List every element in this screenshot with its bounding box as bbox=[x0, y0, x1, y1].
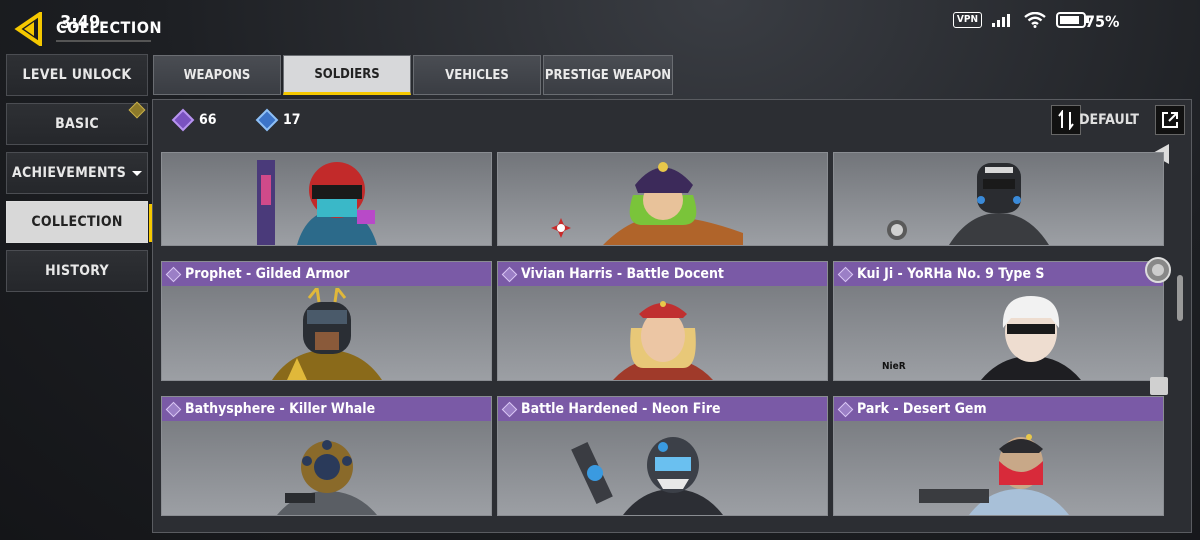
rarity-diamond-icon bbox=[501, 266, 518, 282]
vivian-soldier-image bbox=[612, 301, 713, 380]
card-title: Battle Hardened - Neon Fire bbox=[521, 401, 721, 417]
blue-diamond-icon bbox=[255, 108, 279, 132]
notification-diamond-icon bbox=[128, 101, 146, 119]
green-hair-soldier-image bbox=[602, 162, 743, 245]
nav-achievements[interactable]: ACHIEVEMENTS bbox=[6, 152, 148, 194]
sort-label[interactable]: DEFAULT bbox=[1079, 112, 1139, 128]
purple-currency-value: 66 bbox=[199, 112, 217, 128]
nav-history[interactable]: HISTORY bbox=[6, 250, 148, 292]
diver-soldier-image bbox=[276, 440, 377, 515]
tab-label: PRESTIGE WEAPON bbox=[544, 67, 672, 83]
select-radio[interactable] bbox=[1145, 257, 1171, 283]
status-icons: VPN bbox=[952, 12, 1090, 28]
park-soldier-image bbox=[918, 434, 1069, 515]
wifi-icon bbox=[1024, 12, 1046, 28]
share-button[interactable] bbox=[1155, 105, 1185, 135]
rarity-diamond-icon bbox=[501, 401, 518, 417]
tab-label: WEAPONS bbox=[183, 67, 251, 83]
armored-soldier-image bbox=[948, 163, 1049, 245]
share-icon bbox=[1162, 112, 1178, 128]
nav-label: BASIC bbox=[55, 116, 99, 132]
tab-weapons[interactable]: WEAPONS bbox=[153, 55, 281, 95]
rarity-diamond-icon bbox=[165, 401, 182, 417]
nav-label: ACHIEVEMENTS bbox=[11, 165, 127, 181]
category-tabs: WEAPONS SOLDIERS VEHICLES PRESTIGE WEAPO… bbox=[153, 55, 673, 95]
soldier-card[interactable]: Battle Hardened - Neon Fire bbox=[497, 396, 828, 516]
battery-percent: 75% bbox=[1085, 12, 1120, 31]
nav-level-unlock[interactable]: LEVEL UNLOCK bbox=[6, 54, 148, 96]
card-title: Park - Desert Gem bbox=[857, 401, 987, 417]
sort-icon bbox=[1058, 110, 1074, 130]
collection-panel: 66 17 DEFAULT Prophet - Gilded Armor Viv… bbox=[152, 99, 1192, 533]
tab-label: SOLDIERS bbox=[314, 66, 380, 82]
soldier-card[interactable] bbox=[833, 152, 1164, 246]
soldier-card[interactable]: Vivian Harris - Battle Docent bbox=[497, 261, 828, 381]
soldier-card[interactable]: Prophet - Gilded Armor bbox=[161, 261, 492, 381]
card-title: Prophet - Gilded Armor bbox=[185, 266, 350, 282]
vpn-icon: VPN bbox=[952, 12, 982, 28]
signal-icon bbox=[992, 14, 1010, 27]
tab-prestige-weapon[interactable]: PRESTIGE WEAPON bbox=[543, 55, 673, 95]
tab-soldiers[interactable]: SOLDIERS bbox=[283, 55, 411, 95]
tab-vehicles[interactable]: VEHICLES bbox=[413, 55, 541, 95]
nav-collection[interactable]: COLLECTION bbox=[6, 201, 153, 243]
rarity-diamond-icon bbox=[837, 266, 854, 282]
page-title: COLLECTION bbox=[56, 18, 162, 42]
tab-label: VEHICLES bbox=[445, 67, 509, 83]
rarity-diamond-icon bbox=[165, 266, 182, 282]
scroll-handle[interactable] bbox=[1150, 377, 1168, 395]
scrollbar[interactable] bbox=[1177, 275, 1183, 321]
nav-label: LEVEL UNLOCK bbox=[22, 67, 132, 83]
nav-basic[interactable]: BASIC bbox=[6, 101, 148, 145]
card-header: Battle Hardened - Neon Fire bbox=[498, 397, 827, 421]
back-arrow-icon bbox=[14, 10, 42, 48]
soldier-card[interactable] bbox=[497, 152, 828, 246]
red-helmet-soldier-image bbox=[256, 160, 377, 245]
left-nav: LEVEL UNLOCK BASIC ACHIEVEMENTS COLLECTI… bbox=[6, 54, 153, 299]
soldier-card[interactable] bbox=[161, 152, 492, 246]
soldier-card[interactable]: Park - Desert Gem bbox=[833, 396, 1164, 516]
back-button[interactable] bbox=[14, 10, 44, 48]
card-header: Park - Desert Gem bbox=[834, 397, 1163, 421]
rarity-diamond-icon bbox=[837, 401, 854, 417]
nav-label: COLLECTION bbox=[31, 214, 123, 230]
emblem-icon bbox=[887, 220, 907, 240]
soldier-card[interactable]: Kui Ji - YoRHa No. 9 Type S NieR bbox=[833, 261, 1164, 381]
blue-currency: 17 bbox=[255, 108, 301, 132]
card-title: Bathysphere - Killer Whale bbox=[185, 401, 376, 417]
blue-currency-value: 17 bbox=[283, 112, 301, 128]
kuiji-soldier-image bbox=[981, 296, 1082, 380]
sort-button[interactable] bbox=[1051, 105, 1081, 135]
status-bar: 3:49 VPN 75% bbox=[0, 0, 1200, 44]
caret-down-icon bbox=[132, 170, 143, 176]
nav-label: HISTORY bbox=[45, 263, 109, 279]
gilded-armor-soldier-image bbox=[271, 288, 382, 380]
purple-currency: 66 bbox=[171, 108, 217, 132]
nier-logo: NieR bbox=[882, 361, 906, 372]
neon-soldier-image bbox=[570, 437, 723, 515]
purple-diamond-icon bbox=[171, 108, 195, 132]
card-header: Vivian Harris - Battle Docent bbox=[498, 262, 827, 286]
emblem-icon bbox=[551, 218, 571, 238]
card-title: Vivian Harris - Battle Docent bbox=[521, 266, 724, 282]
soldier-card[interactable]: Bathysphere - Killer Whale bbox=[161, 396, 492, 516]
card-header: Prophet - Gilded Armor bbox=[162, 262, 491, 286]
card-title: Kui Ji - YoRHa No. 9 Type S bbox=[857, 266, 1045, 282]
card-header: Bathysphere - Killer Whale bbox=[162, 397, 491, 421]
card-header: Kui Ji - YoRHa No. 9 Type S bbox=[834, 262, 1163, 286]
